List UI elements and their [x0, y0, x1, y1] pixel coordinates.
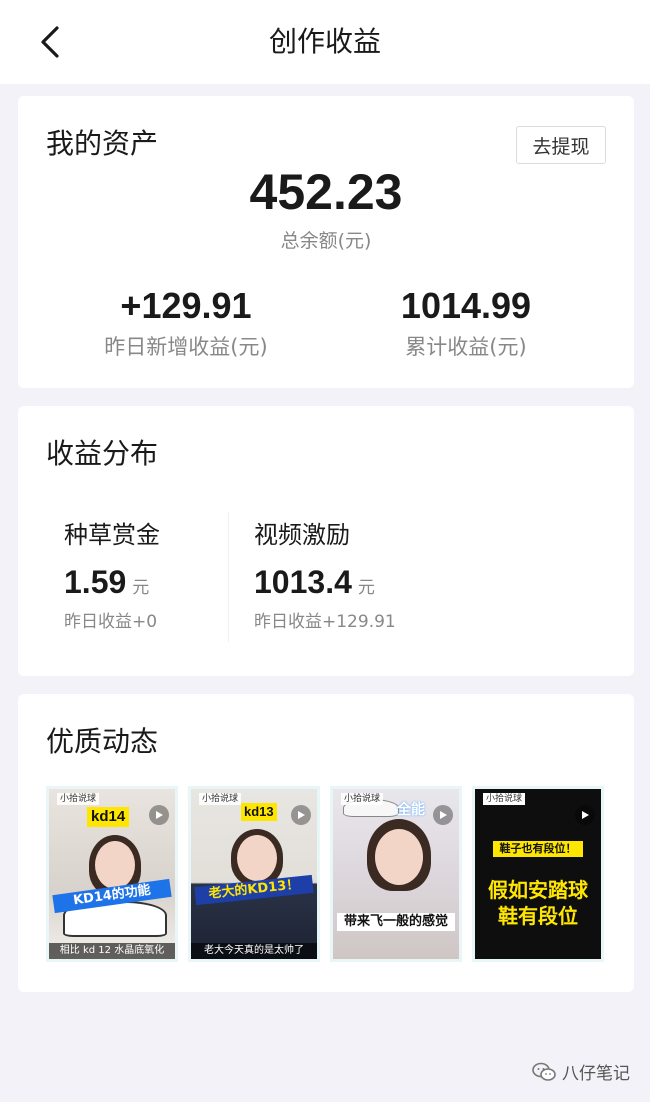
assets-title: 我的资产	[46, 127, 159, 160]
person-face	[95, 841, 135, 889]
channel-tag: 小拾说球	[199, 793, 242, 805]
distribution-item-name: 种草赏金	[64, 521, 160, 549]
thumbnail-caption: 带来飞一般的感觉	[337, 913, 455, 931]
distribution-divider	[228, 512, 229, 642]
quality-posts-card: 优质动态 小拾说球 kd14 KD14的功能 相比 kd 12 水晶底氧化 小拾…	[18, 694, 634, 992]
cumulative-income-stat[interactable]: 1014.99 累计收益(元)	[336, 284, 596, 362]
play-icon	[149, 805, 169, 825]
distribution-item-yesterday: 昨日收益+0	[64, 612, 158, 632]
video-thumbnail[interactable]: 小拾说球 全能 带来飞一般的感觉	[330, 786, 462, 962]
thumbnail-caption: 假如安踏球鞋有段位	[488, 878, 588, 928]
page-title: 创作收益	[268, 25, 381, 58]
video-thumbnail[interactable]: 小拾说球 kd13 老大的KD13！ 老大今天真的是太帅了	[188, 786, 320, 962]
cumulative-income-label: 累计收益(元)	[405, 335, 527, 359]
watermark-text: 八仔笔记	[562, 1064, 630, 1084]
yesterday-income-value: +129.91	[120, 285, 252, 326]
distribution-item-amount-value: 1.59	[64, 564, 127, 600]
distribution-item-unit: 元	[132, 578, 150, 598]
distribution-item-name: 视频激励	[254, 521, 350, 549]
thumbnail-subtitle: 老大今天真的是太帅了	[191, 943, 317, 959]
distribution-item-video-incentive[interactable]: 视频激励 1013.4 元 昨日收益+129.91	[228, 506, 416, 646]
person-face	[237, 835, 277, 881]
withdraw-button[interactable]: 去提现	[516, 126, 606, 164]
total-balance-caption: 总余额(元)	[280, 230, 372, 252]
distribution-title: 收益分布	[46, 437, 159, 470]
watermark: 八仔笔记	[532, 1059, 630, 1084]
yesterday-income-stat[interactable]: +129.91 昨日新增收益(元)	[56, 284, 316, 362]
person-face	[375, 829, 423, 885]
distribution-item-yesterday: 昨日收益+129.91	[254, 612, 396, 632]
distribution-item-amount: 1013.4 元	[254, 562, 375, 608]
yesterday-income-label: 昨日新增收益(元)	[104, 335, 268, 359]
wechat-icon	[532, 1062, 556, 1081]
assets-card: 我的资产 去提现 452.23 总余额(元) +129.91 昨日新增收益(元)…	[18, 96, 634, 388]
total-balance-value: 452.23	[249, 164, 403, 220]
video-thumbnail[interactable]: 小拾说球 kd14 KD14的功能 相比 kd 12 水晶底氧化	[46, 786, 178, 962]
thumbnail-top-text: kd13	[241, 803, 277, 821]
play-icon	[433, 805, 453, 825]
distribution-item-amount-value: 1013.4	[254, 564, 352, 600]
play-icon	[291, 805, 311, 825]
channel-tag: 小拾说球	[483, 793, 526, 805]
cumulative-income-value: 1014.99	[400, 285, 532, 326]
posts-title: 优质动态	[46, 725, 159, 758]
thumbnail-row: 小拾说球 kd14 KD14的功能 相比 kd 12 水晶底氧化 小拾说球 kd…	[46, 786, 606, 962]
income-distribution-card: 收益分布 种草赏金 1.59 元 昨日收益+0 视频激励 1013.4 元 昨日收益…	[18, 406, 634, 676]
distribution-item-amount: 1.59 元	[64, 562, 149, 608]
thumbnail-top-text: kd14	[87, 807, 130, 827]
distribution-item-unit: 元	[357, 578, 375, 598]
thumbnail-subtitle: 相比 kd 12 水晶底氧化	[49, 943, 175, 959]
thumbnail-top-text: 全能	[397, 802, 425, 818]
video-thumbnail[interactable]: 小拾说球 鞋子也有段位！ 假如安踏球鞋有段位	[472, 786, 604, 962]
channel-tag: 小拾说球	[341, 793, 384, 805]
play-icon	[575, 805, 595, 825]
thumbnail-top-text: 鞋子也有段位！	[493, 841, 583, 857]
channel-tag: 小拾说球	[57, 793, 100, 805]
distribution-item-seeding-bounty[interactable]: 种草赏金 1.59 元 昨日收益+0	[46, 506, 226, 646]
app-header: 创作收益	[0, 0, 650, 84]
